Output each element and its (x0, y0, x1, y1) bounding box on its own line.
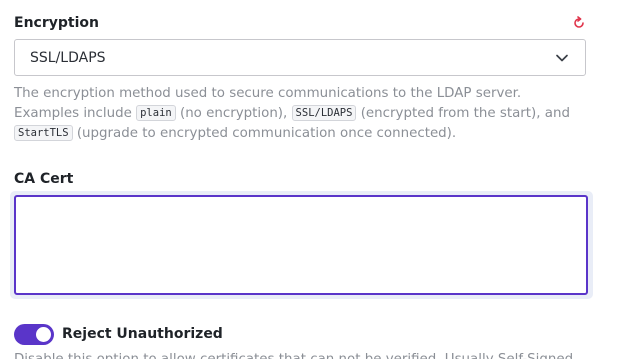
encryption-help-text: The encryption method used to secure com… (14, 84, 574, 144)
encryption-selected-value: SSL/LDAPS (30, 50, 106, 66)
encryption-label: Encryption (14, 15, 99, 31)
ca-cert-label: CA Cert (14, 171, 74, 187)
reject-unauthorized-toggle[interactable] (14, 324, 54, 345)
ca-cert-textarea[interactable] (14, 195, 588, 295)
reset-icon[interactable] (572, 16, 586, 30)
reject-unauthorized-label: Reject Unauthorized (62, 326, 223, 342)
ldap-encryption-form: Encryption SSL/LDAPS The encryption meth… (0, 0, 626, 359)
code-plain: plain (136, 105, 176, 121)
encryption-select[interactable]: SSL/LDAPS (14, 39, 586, 76)
help-text-part: (encrypted from the start), and (356, 106, 570, 121)
reject-unauthorized-help-text: Disable this option to allow certificate… (14, 350, 573, 359)
chevron-down-icon (556, 54, 568, 62)
code-starttls: StartTLS (14, 125, 73, 141)
help-text-part: (no encryption), (175, 106, 292, 121)
help-text-part: (upgrade to encrypted communication once… (72, 126, 457, 141)
code-ssl-ldaps: SSL/LDAPS (291, 105, 357, 121)
toggle-knob (36, 327, 51, 342)
